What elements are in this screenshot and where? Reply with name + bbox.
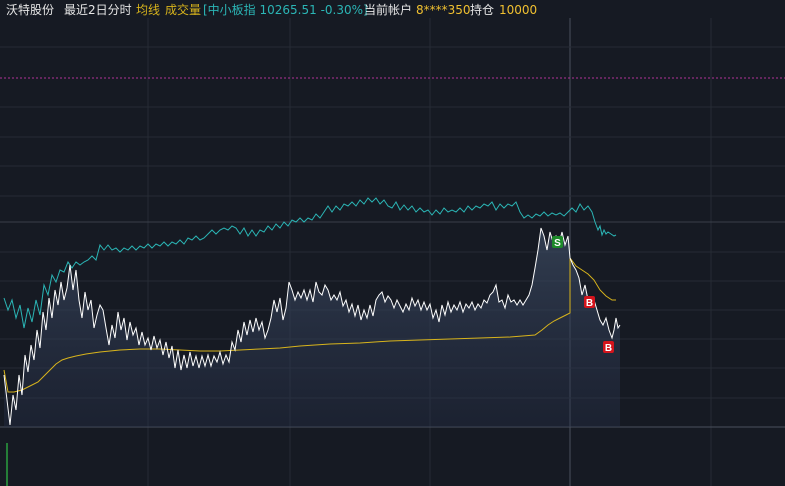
buy-marker-label: B	[586, 298, 593, 309]
buy-marker-2[interactable]: B	[603, 341, 614, 354]
buy-marker-label: B	[605, 343, 612, 354]
price-chart[interactable]: S B B	[0, 0, 785, 486]
sell-marker[interactable]: S	[552, 236, 563, 249]
intraday-chart-window: 沃特股份 最近2日分时 均线 成交量 [中小板指 10265.51 -0.30%…	[0, 0, 785, 486]
sell-marker-label: S	[554, 238, 561, 249]
buy-marker-1[interactable]: B	[584, 296, 595, 309]
